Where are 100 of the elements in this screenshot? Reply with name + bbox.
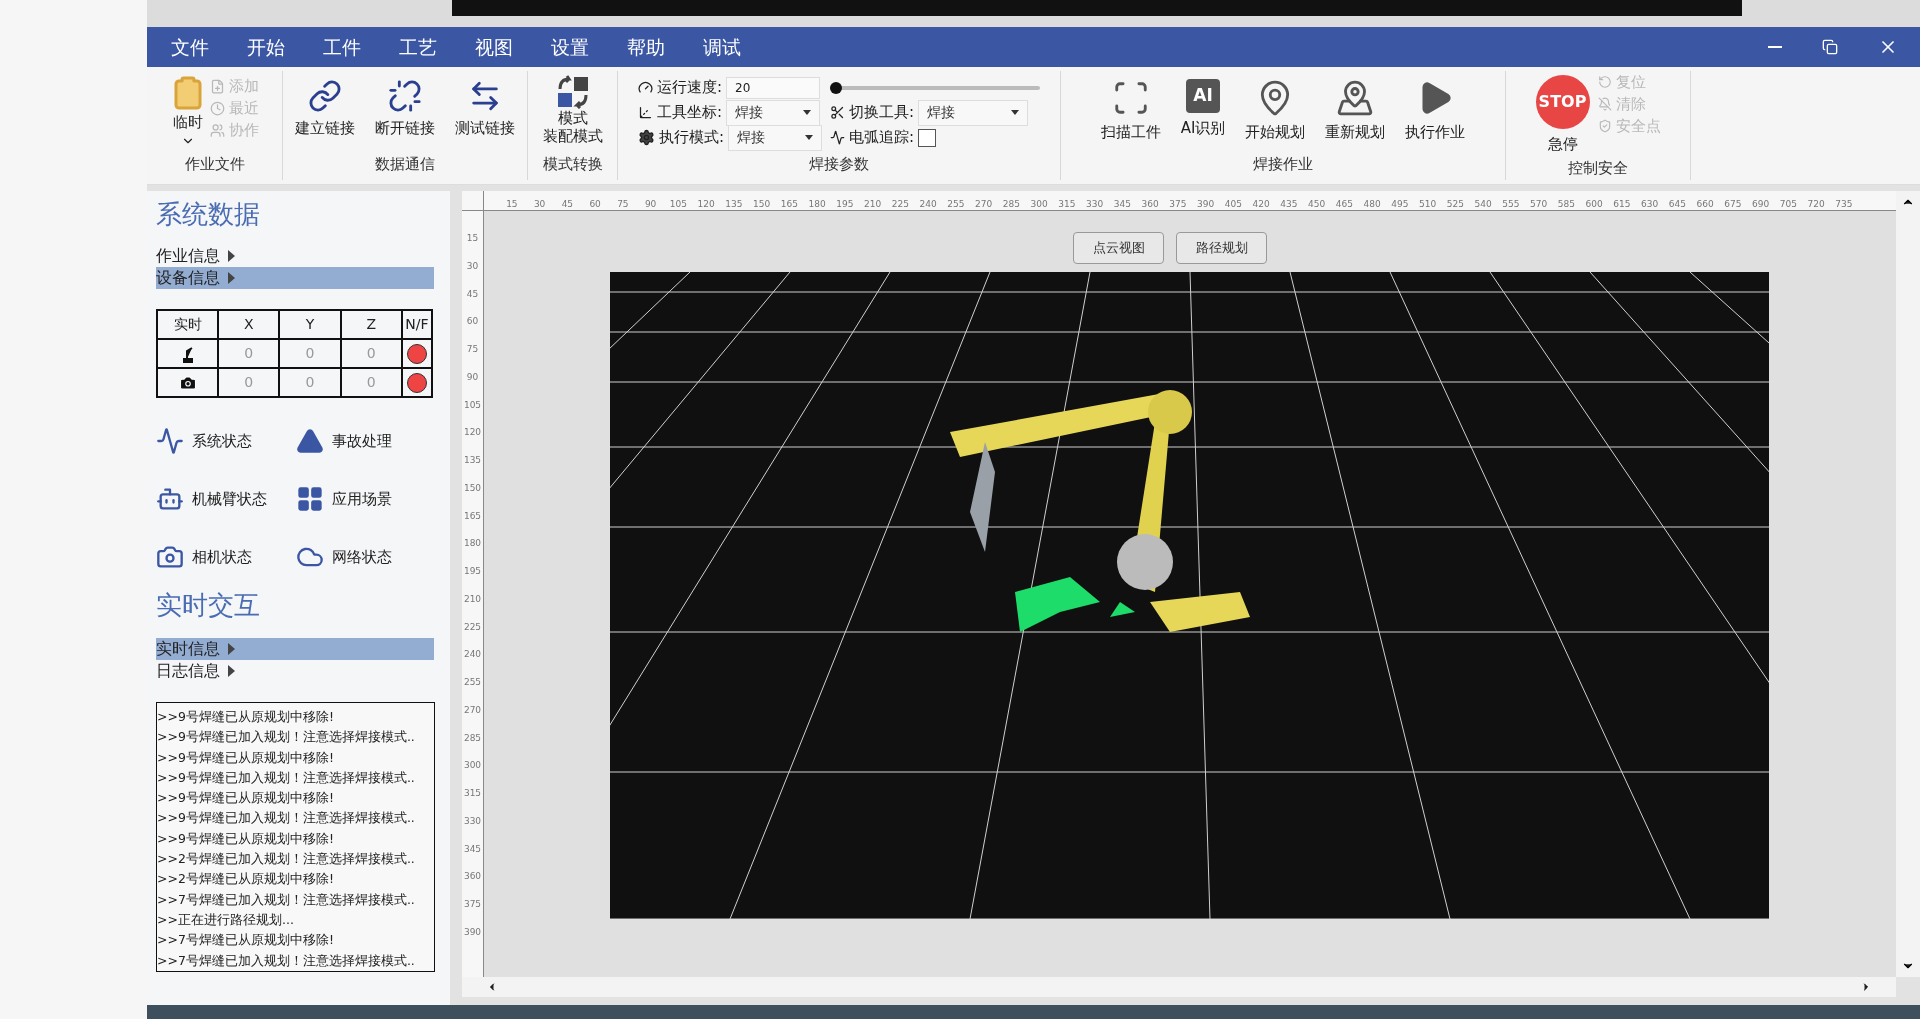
- slider-thumb[interactable]: [830, 81, 843, 94]
- status-item[interactable]: 事故处理: [296, 426, 436, 456]
- section-item[interactable]: 实时信息: [156, 638, 434, 660]
- status-item[interactable]: 机械臂状态: [156, 484, 296, 514]
- ruler-label: 555: [1501, 198, 1521, 210]
- ruler-label: 630: [1640, 198, 1660, 210]
- log-line: >>7号焊缝已加入规划！注意选择焊接模式..: [157, 951, 416, 970]
- status-item[interactable]: 网络状态: [296, 542, 436, 572]
- ruler-label: 465: [1334, 198, 1354, 210]
- mode-switch-icon: [555, 75, 590, 109]
- section-item[interactable]: 设备信息: [156, 267, 434, 289]
- ribbon-button[interactable]: 扫描工件: [1092, 71, 1169, 144]
- ruler-label: 420: [1251, 198, 1271, 210]
- ribbon-button[interactable]: 重新规划: [1317, 71, 1394, 144]
- ribbon-button[interactable]: 断开链接: [367, 71, 443, 140]
- view-button[interactable]: 路径规划: [1176, 232, 1267, 264]
- log-line: >>正在进行路径规划...: [157, 910, 295, 929]
- ruler-label: 195: [462, 565, 483, 579]
- ruler-label: 360: [1140, 198, 1160, 210]
- ruler-label: 735: [1834, 198, 1854, 210]
- log-line: >>9号焊缝已加入规划！注意选择焊接模式..: [157, 768, 416, 787]
- exec-mode-dropdown[interactable]: 焊接: [728, 124, 823, 151]
- ruler-label: 240: [918, 198, 938, 210]
- menu-item[interactable]: 文件: [171, 32, 209, 62]
- field-label: 运行速度:: [656, 77, 723, 99]
- restore-button[interactable]: [1822, 39, 1838, 55]
- table-cell: 0: [218, 339, 280, 368]
- ribbon-button[interactable]: 执行作业: [1397, 71, 1474, 144]
- minimize-icon: [1768, 46, 1782, 48]
- ruler-label: 255: [462, 676, 483, 690]
- ruler-label: 720: [1806, 198, 1826, 210]
- arc-tracking-checkbox[interactable]: [918, 128, 937, 147]
- ruler-label: 15: [505, 198, 519, 210]
- ruler-label: 615: [1612, 198, 1632, 210]
- ruler-label: 120: [696, 198, 716, 210]
- reset-icon: [1597, 75, 1612, 89]
- group-title: 焊接作业: [1253, 155, 1313, 173]
- table-cell: 0: [340, 368, 402, 397]
- menu-item[interactable]: 视图: [475, 32, 513, 62]
- status-item[interactable]: 相机状态: [156, 542, 296, 572]
- caret-icon: [1011, 110, 1020, 115]
- field-label: 执行模式:: [658, 127, 725, 149]
- speed-field[interactable]: 20: [726, 76, 821, 99]
- ruler-label: 405: [1223, 198, 1243, 210]
- ruler-label: 75: [465, 343, 480, 357]
- ruler-label: 570: [1529, 198, 1549, 210]
- group-title: 焊接参数: [809, 155, 869, 173]
- switch-tool-dropdown[interactable]: 焊接: [918, 99, 1029, 126]
- ruler-label: 585: [1556, 198, 1576, 210]
- log-line: >>9号焊缝已从原规划中移除!: [157, 708, 335, 726]
- field-label: 工具坐标:: [656, 102, 723, 124]
- stop-icon: STOP: [1535, 75, 1590, 129]
- ruler-label: 540: [1473, 198, 1493, 210]
- menu-item[interactable]: 开始: [247, 32, 285, 62]
- log-line: >>9号焊缝已从原规划中移除!: [157, 748, 335, 767]
- caret-icon: [803, 110, 812, 115]
- menu-item[interactable]: 调试: [703, 32, 741, 62]
- triangle-icon: [228, 272, 235, 284]
- mode-button[interactable]: 模式 装配模式: [542, 71, 603, 145]
- log-line: >>9号焊缝已加入规划！注意选择焊接模式..: [157, 728, 416, 747]
- ribbon-button[interactable]: AI AI识别: [1172, 71, 1234, 140]
- ruler-label: 225: [462, 620, 483, 634]
- ruler-label: 195: [835, 198, 855, 210]
- map-pin-icon: [1336, 79, 1375, 117]
- view-button[interactable]: 点云视图: [1073, 232, 1164, 264]
- horizontal-scrollbar[interactable]: [462, 977, 1896, 997]
- ribbon-button[interactable]: 开始规划: [1237, 71, 1314, 144]
- ruler-label: 15: [465, 232, 480, 246]
- triangle-icon: [228, 643, 235, 655]
- menu-item[interactable]: 设置: [551, 32, 589, 62]
- ruler-label: 660: [1695, 198, 1715, 210]
- status-item[interactable]: 系统状态: [156, 426, 296, 456]
- emergency-stop-button[interactable]: STOP 急停: [1535, 71, 1590, 156]
- ruler-label: 690: [1751, 198, 1771, 210]
- menu-item[interactable]: 工艺: [399, 32, 437, 62]
- log-line: >>9号焊缝已从原规划中移除!: [157, 789, 335, 808]
- temporary-button[interactable]: 临时: [170, 71, 206, 148]
- table-cell: 0: [279, 339, 341, 368]
- tool-coordinate-dropdown[interactable]: 焊接: [726, 99, 821, 126]
- log-line: >>2号焊缝已加入规划！注意选择焊接模式..: [157, 850, 416, 869]
- field-label: 切换工具:: [849, 102, 915, 124]
- ruler-label: 510: [1418, 198, 1438, 210]
- group-title: 模式转换: [542, 155, 603, 173]
- settings-icon: [637, 129, 655, 146]
- users-icon: [210, 122, 225, 138]
- ruler-label: 495: [1390, 198, 1410, 210]
- grid-icon: [296, 485, 324, 513]
- menu-item[interactable]: 帮助: [627, 32, 665, 62]
- ruler-label: 330: [462, 814, 483, 828]
- section-item[interactable]: 日志信息: [156, 660, 434, 682]
- ruler-label: 270: [462, 703, 483, 717]
- ruler-label: 135: [724, 198, 744, 210]
- ribbon-button[interactable]: 测试链接: [447, 71, 523, 140]
- menu-item[interactable]: 工件: [323, 32, 361, 62]
- vertical-scrollbar[interactable]: [1896, 191, 1920, 977]
- status-item[interactable]: 应用场景: [296, 484, 436, 514]
- gauge-icon: [637, 80, 653, 95]
- ruler-label: 60: [588, 198, 602, 210]
- ribbon-button[interactable]: 建立链接: [287, 71, 363, 140]
- caret-icon: [805, 135, 814, 140]
